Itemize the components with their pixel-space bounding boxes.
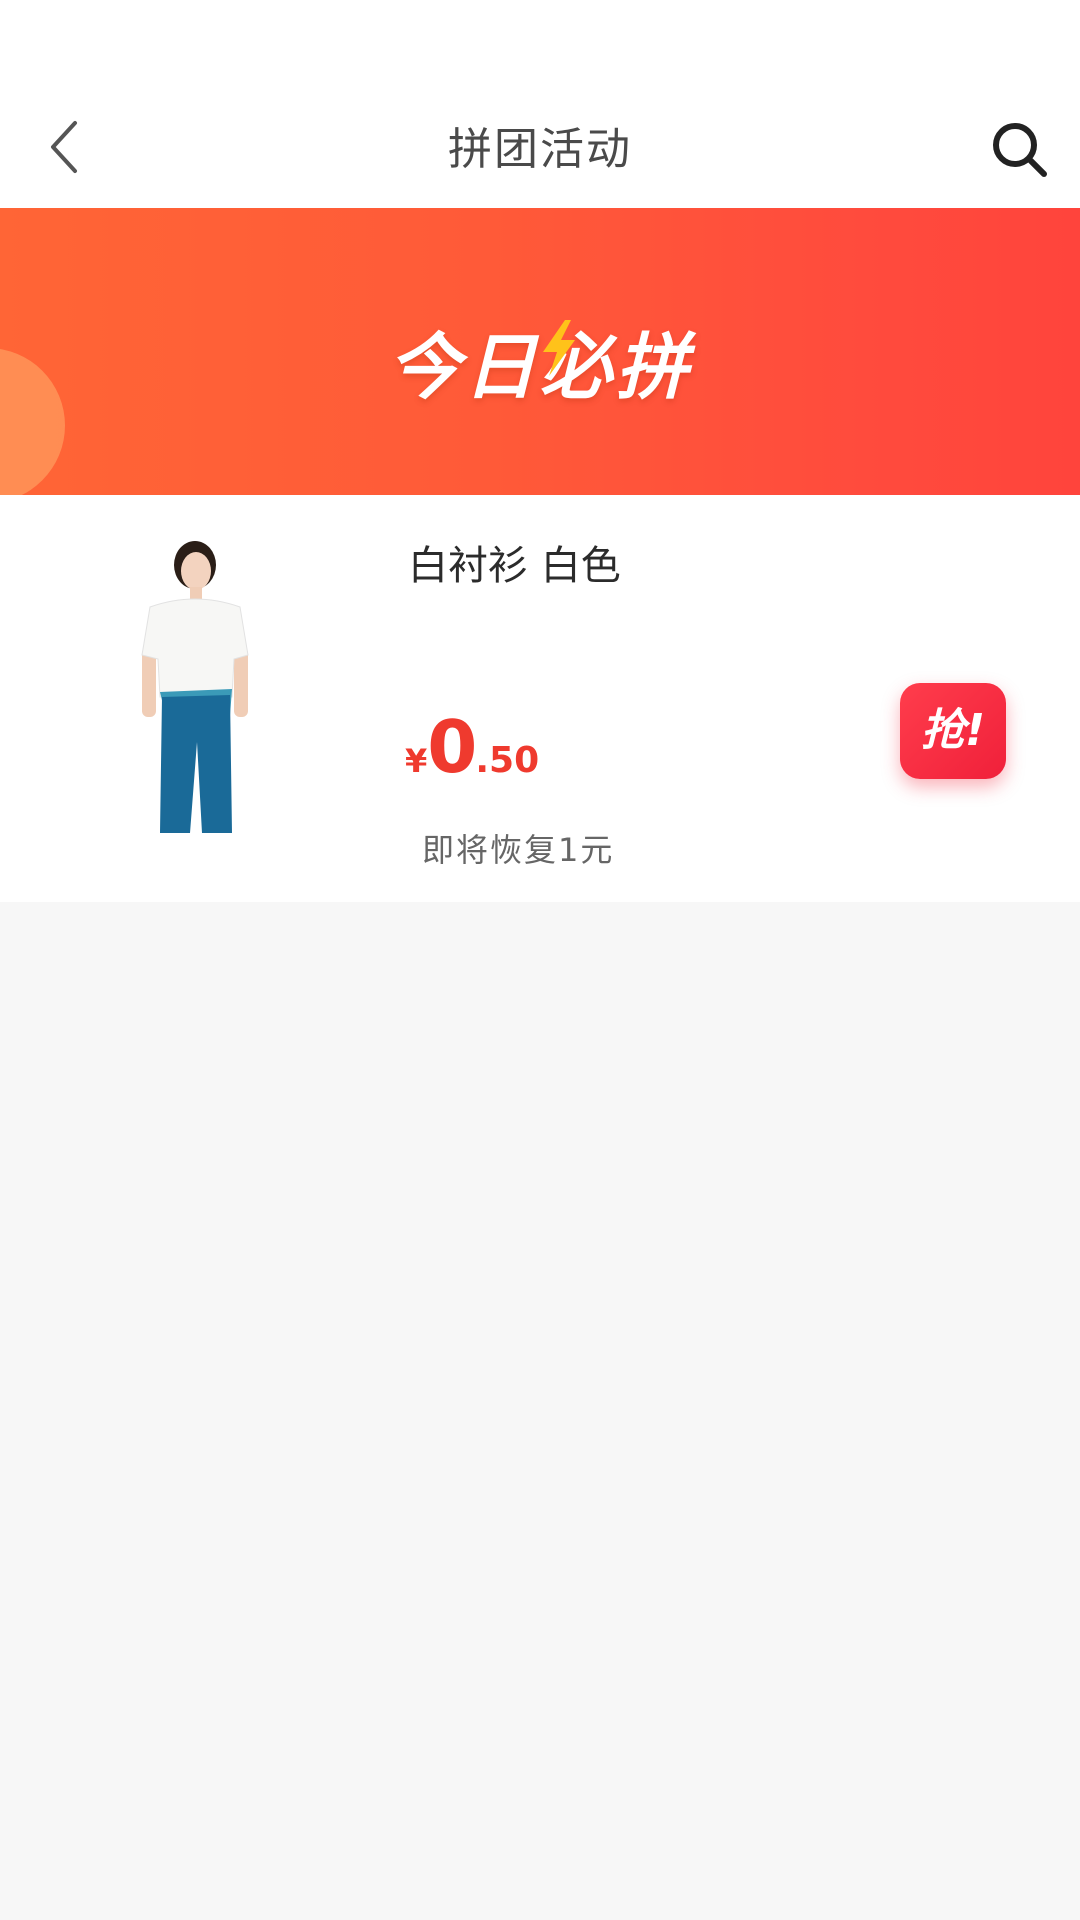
- price-integer: 0: [427, 705, 477, 789]
- search-button[interactable]: [982, 112, 1058, 188]
- bolt-icon: [543, 320, 575, 376]
- product-image[interactable]: [120, 537, 270, 837]
- product-price: ¥0.50: [405, 705, 539, 789]
- price-restore-note: 即将恢复1元: [422, 831, 615, 869]
- grab-button[interactable]: 抢!: [900, 683, 1006, 779]
- price-decimal: .50: [475, 740, 540, 781]
- page-title: 拼团活动: [448, 124, 632, 175]
- status-bar: [0, 0, 1080, 100]
- product-name[interactable]: 白衬衫 白色: [408, 533, 621, 591]
- top-nav-bar: 拼团活动: [0, 100, 1080, 208]
- search-icon: [993, 123, 1047, 177]
- price-currency: ¥: [405, 742, 428, 780]
- product-card[interactable]: 白衬衫 白色 ¥0.50 即将恢复1元 抢!: [0, 495, 1080, 902]
